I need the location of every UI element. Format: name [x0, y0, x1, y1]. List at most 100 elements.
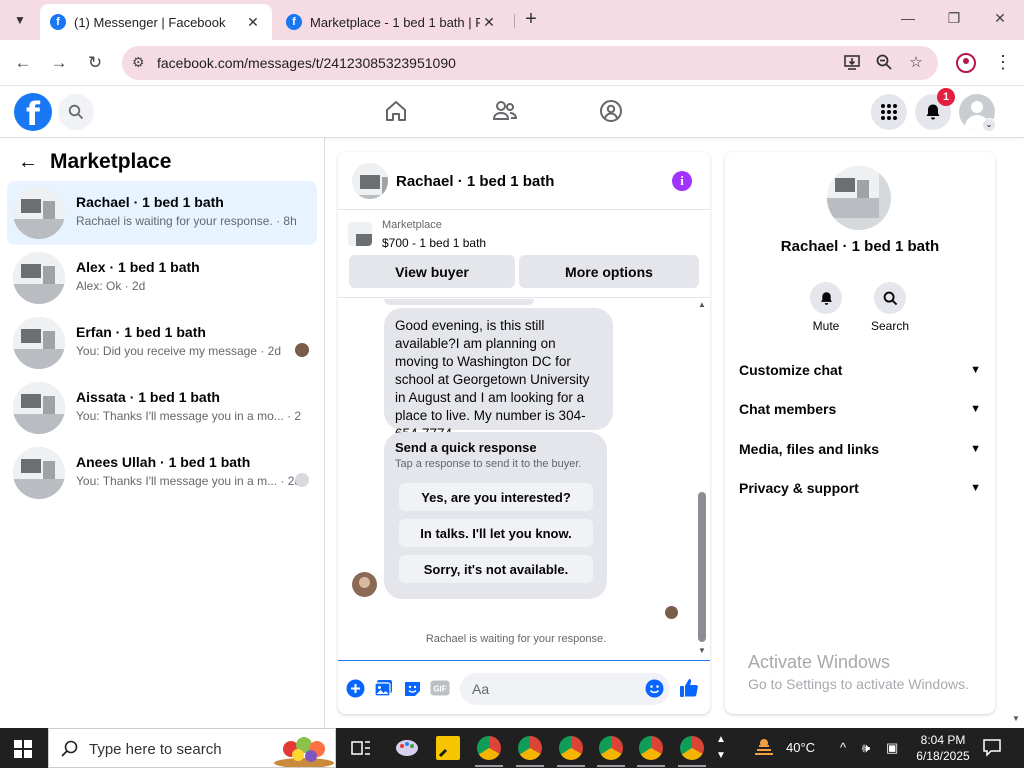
chrome-profile-4-icon[interactable] [599, 736, 623, 760]
photo-icon[interactable] [373, 678, 393, 698]
conversation-item-rachael[interactable]: Rachael · 1 bed 1 bath Rachael is waitin… [7, 181, 317, 245]
chat-members-row[interactable]: Chat members ▼ [739, 397, 981, 421]
tab-search-chevron-icon[interactable]: ▼ [8, 8, 32, 32]
chevron-down-icon: ▼ [970, 482, 981, 494]
emoji-icon[interactable] [644, 678, 664, 698]
restore-icon[interactable]: ❐ [944, 10, 964, 27]
sender-avatar[interactable] [352, 572, 377, 597]
quick-response-not-available-button[interactable]: Sorry, it's not available. [399, 555, 593, 583]
tab-close-icon[interactable]: ✕ [244, 14, 262, 31]
browser-profile-icon[interactable] [956, 53, 976, 73]
back-arrow-icon[interactable]: ← [12, 52, 34, 74]
conversation-item-alex[interactable]: Alex · 1 bed 1 bath Alex: Ok · 2d [7, 246, 317, 310]
tab-title: (1) Messenger | Facebook [74, 14, 226, 30]
sticker-icon[interactable] [402, 678, 422, 698]
minimize-icon[interactable]: — [898, 10, 918, 26]
new-tab-plus-icon[interactable]: + [520, 8, 542, 30]
page-title: Marketplace [50, 150, 172, 173]
scroll-down-icon[interactable]: ▼ [696, 646, 708, 655]
search-in-conversation-button[interactable]: Search [860, 282, 920, 333]
chat-listing-thumbnail[interactable] [352, 163, 388, 199]
menu-grid-icon[interactable] [871, 94, 907, 130]
active-app-indicator [475, 765, 503, 767]
seen-avatar-icon [295, 343, 309, 357]
speaker-icon[interactable]: 🕪 [862, 740, 870, 756]
chrome-profile-1-icon[interactable] [477, 736, 501, 760]
active-app-indicator [678, 765, 706, 767]
paint-app-icon[interactable] [395, 736, 419, 760]
reload-icon[interactable]: ↻ [84, 52, 106, 74]
gif-icon[interactable]: GIF [430, 678, 450, 698]
window-close-icon[interactable]: ✕ [990, 10, 1010, 27]
listing-price[interactable]: $700 - 1 bed 1 bath [382, 236, 486, 250]
chat-title[interactable]: Rachael · 1 bed 1 bath [396, 173, 554, 190]
address-bar[interactable]: ⚙ facebook.com/messages/t/24123085323951… [122, 46, 938, 80]
conversation-item-erfan[interactable]: Erfan · 1 bed 1 bath You: Did you receiv… [7, 311, 317, 375]
mute-button[interactable]: Mute [796, 282, 856, 333]
chrome-profile-3-icon[interactable] [559, 736, 583, 760]
weather-temperature[interactable]: 40°C [786, 740, 815, 755]
chrome-profile-5-icon[interactable] [639, 736, 663, 760]
chevron-down-icon: ▼ [970, 403, 981, 415]
conversation-preview: Rachael is waiting for your response. · … [76, 214, 297, 228]
notification-center-icon[interactable] [982, 737, 1002, 760]
listing-thumbnail [348, 222, 372, 246]
quick-response-in-talks-button[interactable]: In talks. I'll let you know. [399, 519, 593, 547]
view-buyer-button[interactable]: View buyer [349, 255, 515, 288]
tab-marketplace[interactable]: f Marketplace - 1 bed 1 bath | Fa ✕ [276, 4, 508, 40]
search-highlight-fruit-icon [274, 737, 334, 767]
quick-response-card: Send a quick response Tap a response to … [384, 432, 607, 599]
taskbar-search-box[interactable]: Type here to search [48, 728, 336, 768]
sticky-notes-icon[interactable] [436, 736, 460, 760]
info-icon[interactable]: i [672, 171, 692, 191]
customize-chat-row[interactable]: Customize chat ▼ [739, 358, 981, 382]
facebook-logo-icon[interactable]: f [14, 93, 52, 133]
scroll-up-icon[interactable]: ▲ [696, 300, 708, 309]
windows-start-icon[interactable] [14, 740, 32, 758]
more-options-button[interactable]: More options [519, 255, 699, 288]
browser-menu-icon[interactable]: ⋮ [994, 52, 1012, 73]
taskbar-clock[interactable]: 8:04 PM 6/18/2025 [912, 732, 974, 764]
marketplace-header: ← Marketplace [18, 150, 171, 174]
chat-panel: Rachael · 1 bed 1 bath i Marketplace $70… [338, 152, 710, 714]
chrome-profile-6-icon[interactable] [680, 736, 704, 760]
chat-details-panel: Rachael · 1 bed 1 bath Mute Search Custo… [725, 152, 995, 714]
listing-thumbnail [13, 187, 65, 239]
back-arrow-icon[interactable]: ← [18, 151, 40, 174]
account-chevron-icon[interactable]: ⌄ [982, 118, 996, 132]
like-thumbs-up-icon[interactable] [679, 678, 699, 698]
tab-messenger[interactable]: f (1) Messenger | Facebook ✕ [40, 4, 272, 40]
show-hidden-icons-chevron-up-icon[interactable]: ^ [840, 740, 846, 755]
chat-scrollbar[interactable]: ▲ ▼ [696, 300, 708, 656]
plus-icon[interactable] [345, 678, 365, 698]
bookmark-star-icon[interactable]: ☆ [906, 53, 926, 73]
profile-listing-thumbnail[interactable] [827, 166, 891, 230]
forward-arrow-icon[interactable]: → [48, 52, 70, 74]
conversation-name: Alex · 1 bed 1 bath [76, 259, 200, 275]
install-app-icon[interactable] [842, 53, 862, 73]
media-files-links-row[interactable]: Media, files and links ▼ [739, 437, 981, 461]
home-icon[interactable] [383, 98, 411, 126]
taskbar-scroll-arrows-icon[interactable]: ▲ ▼ [716, 732, 726, 764]
conversation-item-aissata[interactable]: Aissata · 1 bed 1 bath You: Thanks I'll … [7, 376, 317, 440]
seen-avatar-icon [665, 606, 678, 619]
network-icon[interactable]: ▣ [886, 740, 898, 756]
friends-icon[interactable] [492, 98, 520, 126]
conversation-item-anees-ullah[interactable]: Anees Ullah · 1 bed 1 bath You: Thanks I… [7, 441, 317, 505]
listing-thumbnail [13, 252, 65, 304]
site-settings-icon[interactable]: ⚙ [132, 54, 145, 71]
weather-icon[interactable] [752, 737, 776, 762]
message-input[interactable] [460, 673, 670, 705]
groups-icon[interactable] [598, 98, 626, 126]
page-scroll-down-icon[interactable]: ▼ [1012, 714, 1020, 723]
url-text[interactable]: facebook.com/messages/t/2412308532395109… [157, 55, 456, 71]
privacy-support-row[interactable]: Privacy & support ▼ [739, 476, 981, 500]
quick-response-yes-button[interactable]: Yes, are you interested? [399, 483, 593, 511]
task-view-icon[interactable] [349, 736, 373, 760]
zoom-icon[interactable] [874, 53, 894, 73]
tab-close-icon[interactable]: ✕ [480, 14, 498, 31]
scroll-thumb[interactable] [698, 492, 706, 642]
chrome-profile-2-icon[interactable] [518, 736, 542, 760]
conversation-preview: Alex: Ok · 2d [76, 279, 146, 293]
facebook-search-icon[interactable] [58, 94, 94, 130]
